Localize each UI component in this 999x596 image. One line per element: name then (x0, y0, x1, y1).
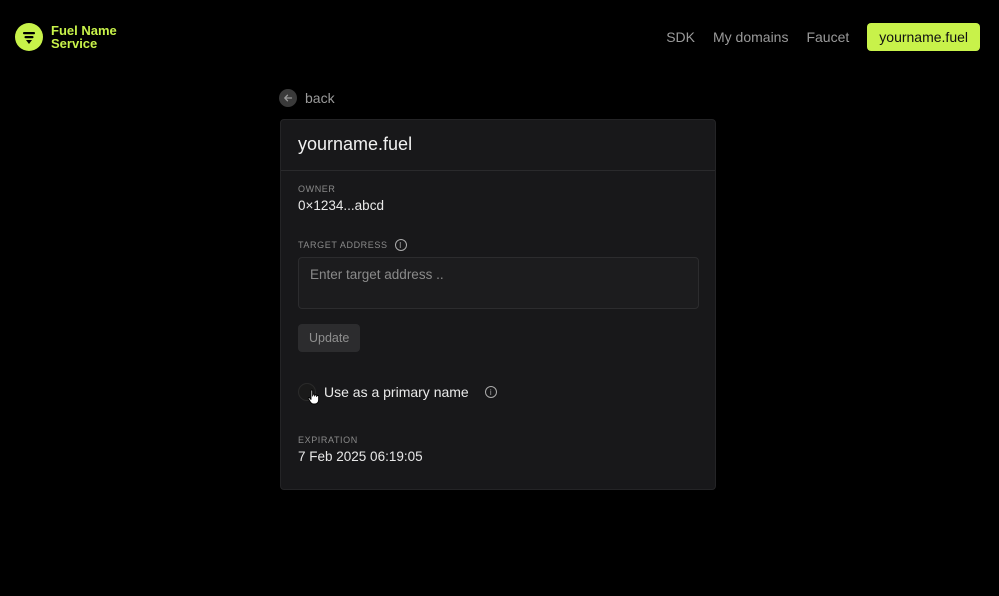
owner-section: OWNER 0×1234...abcd (298, 184, 698, 213)
target-address-label: TARGET ADDRESS (298, 240, 388, 250)
target-address-label-row: TARGET ADDRESS i (298, 239, 698, 251)
arrow-left-icon (279, 89, 297, 107)
logo-text: Fuel Name Service (51, 23, 117, 51)
card-body: OWNER 0×1234...abcd TARGET ADDRESS i Upd… (281, 171, 715, 464)
owner-label: OWNER (298, 184, 336, 194)
nav-faucet-link[interactable]: Faucet (806, 23, 849, 51)
main-nav: SDK My domains Faucet yourname.fuel (666, 23, 980, 51)
update-button[interactable]: Update (298, 324, 361, 352)
expiration-value: 7 Feb 2025 06:19:05 (298, 449, 423, 464)
pointer-cursor-icon (307, 389, 320, 405)
back-link[interactable]: back (279, 89, 335, 107)
fuel-logo-icon (15, 23, 43, 51)
target-address-section: TARGET ADDRESS i (298, 239, 699, 309)
expiration-label: EXPIRATION (298, 435, 358, 445)
connected-domain-button[interactable]: yourname.fuel (867, 23, 980, 51)
card-header: yourname.fuel (281, 120, 715, 171)
logo[interactable]: Fuel Name Service (15, 23, 131, 51)
domain-card: yourname.fuel OWNER 0×1234...abcd TARGET… (280, 119, 716, 490)
primary-name-row: Use as a primary name i (298, 382, 698, 405)
primary-name-toggle[interactable] (298, 383, 320, 405)
nav-sdk-link[interactable]: SDK (666, 23, 695, 51)
info-icon[interactable]: i (484, 386, 497, 398)
owner-value: 0×1234...abcd (298, 198, 384, 213)
info-icon[interactable]: i (394, 239, 407, 251)
target-address-input[interactable] (298, 257, 699, 309)
nav-my-domains-link[interactable]: My domains (713, 23, 788, 51)
back-label: back (305, 90, 335, 106)
primary-name-label[interactable]: Use as a primary name (324, 384, 469, 400)
top-header: Fuel Name Service SDK My domains Faucet … (0, 0, 999, 74)
domain-title: yourname.fuel (298, 134, 413, 154)
expiration-section: EXPIRATION 7 Feb 2025 06:19:05 (298, 435, 698, 464)
